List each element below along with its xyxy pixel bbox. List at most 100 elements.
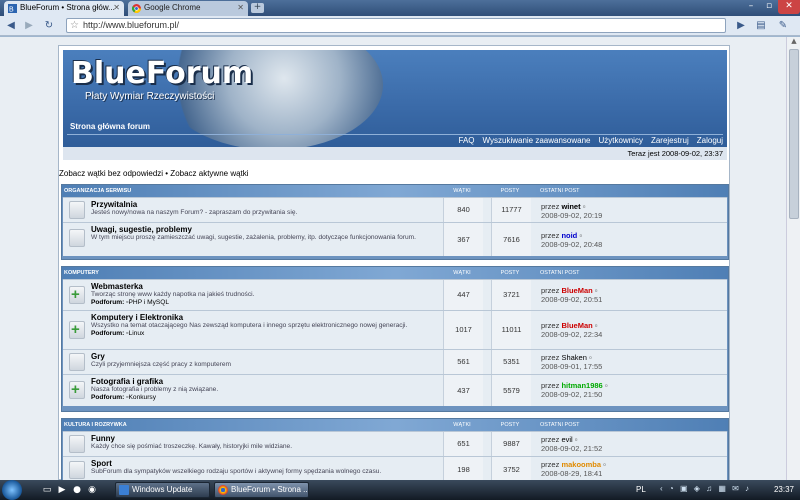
category-title[interactable]: KOMPUTERY	[64, 267, 99, 279]
topic-count: 1017	[443, 311, 483, 349]
category-title[interactable]: KULTURA I ROZRYWKA	[64, 419, 127, 431]
forum-name[interactable]: Gry	[91, 352, 431, 361]
forum-name[interactable]: Sport	[91, 459, 431, 468]
topic-count: 437	[443, 375, 483, 406]
tab-close-icon[interactable]: ✕	[237, 3, 244, 12]
view-post-icon[interactable]: ▫	[595, 286, 598, 295]
tab-close-icon[interactable]: ✕	[113, 3, 120, 12]
forum-name[interactable]: Fotografia i grafika	[91, 377, 431, 386]
last-post-user[interactable]: BlueMan	[561, 286, 592, 295]
post-count: 5579	[491, 375, 531, 406]
col-last: OSTATNI POST	[540, 270, 580, 276]
go-arrow-icon[interactable]: ▶	[734, 19, 748, 33]
chrome-icon	[218, 485, 228, 495]
nav-faq[interactable]: FAQ	[459, 136, 475, 145]
post-count: 7616	[491, 223, 531, 256]
clock[interactable]: 23:37	[774, 485, 794, 494]
view-post-icon[interactable]: ▫	[575, 435, 578, 444]
last-post: przez Shaken ▫ 2008-09-01, 17:55	[541, 353, 602, 371]
view-post-icon[interactable]: ▫	[579, 231, 582, 240]
tab-google-chrome[interactable]: Google Chrome ✕	[128, 1, 248, 16]
back-arrow-icon[interactable]: ◀	[4, 19, 18, 33]
category-komputery: KOMPUTERY WĄTKI POSTY OSTATNI POST Webma…	[61, 266, 729, 412]
view-post-icon[interactable]: ▫	[603, 460, 606, 469]
forward-arrow-icon[interactable]: ▶	[22, 19, 36, 33]
maximize-icon[interactable]: ▫	[760, 0, 778, 14]
last-post-user[interactable]: noid	[561, 231, 577, 240]
col-last: OSTATNI POST	[540, 188, 580, 194]
view-post-icon[interactable]: ▫	[605, 381, 608, 390]
category-header: KOMPUTERY WĄTKI POSTY OSTATNI POST	[62, 267, 728, 279]
vertical-scrollbar[interactable]: ▲	[786, 37, 800, 480]
nav-login[interactable]: Zaloguj	[697, 136, 723, 145]
last-post-user[interactable]: winet	[561, 202, 580, 211]
forum-description: Wszystko na temat otaczającego Nas zewsz…	[91, 322, 408, 329]
forum-name[interactable]: Funny	[91, 434, 431, 443]
forum-new-posts-icon	[69, 381, 85, 399]
forum-name[interactable]: Webmasterka	[91, 282, 431, 291]
tray-icons[interactable]: ‹ ◔ ▣ ◈ ♫ ▦ ✉ ♪	[660, 484, 770, 496]
task-windows-update[interactable]: Windows Update	[115, 482, 210, 498]
last-post: przez BlueMan ▫ 2008-09-02, 22:34	[541, 321, 602, 339]
forum-logo[interactable]: BlueForum	[71, 56, 253, 91]
nav-members[interactable]: Użytkownicy	[599, 136, 643, 145]
media-player-icon[interactable]: ▶	[55, 483, 69, 497]
firefox-icon[interactable]: ●	[70, 483, 84, 497]
view-post-icon[interactable]: ▫	[589, 353, 592, 362]
page-menu-icon[interactable]: ▤	[754, 19, 768, 33]
language-indicator[interactable]: PL	[636, 485, 646, 494]
last-post-user[interactable]: makoomba	[561, 460, 601, 469]
taskbar: ▭ ▶ ● ◉ Windows Update BlueForum • Stron…	[0, 480, 800, 500]
forum-page: BlueForum Płaty Wymiar Rzeczywistości St…	[58, 45, 730, 480]
post-count: 9887	[491, 432, 531, 456]
forum-row: Fotografia i grafika Nasza fotografia i …	[63, 374, 727, 406]
nav-register[interactable]: Zarejestruj	[651, 136, 689, 145]
forum-read-icon	[69, 435, 85, 453]
task-blueforum[interactable]: BlueForum • Strona ...	[214, 482, 309, 498]
last-post: przez noid ▫ 2008-09-02, 20:48	[541, 231, 602, 249]
browser-viewport: BlueForum Płaty Wymiar Rzeczywistości St…	[0, 37, 800, 480]
view-post-icon[interactable]: ▫	[595, 321, 598, 330]
last-post-user[interactable]: hitman1986	[561, 381, 602, 390]
show-desktop-icon[interactable]: ▭	[40, 483, 54, 497]
forum-nav: FAQ Wyszukiwanie zaawansowane Użytkownic…	[459, 136, 724, 145]
view-post-icon[interactable]: ▫	[583, 202, 586, 211]
last-post: przez hitman1986 ▫ 2008-09-02, 21:50	[541, 381, 607, 399]
forum-name[interactable]: Przywitalnia	[91, 200, 431, 209]
tab-blueforum[interactable]: B BlueForum • Strona głów... ✕	[4, 1, 124, 16]
last-post-date: 2008-09-01, 17:55	[541, 362, 603, 371]
address-bar[interactable]: ☆ http://www.blueforum.pl/	[66, 18, 726, 33]
last-post-user[interactable]: Shaken	[561, 353, 586, 362]
task-label: BlueForum • Strona ...	[231, 485, 309, 494]
last-post-user[interactable]: evil	[561, 435, 572, 444]
windows-update-icon	[119, 485, 129, 495]
last-post-user[interactable]: BlueMan	[561, 321, 592, 330]
favicon-icon: B	[8, 4, 17, 13]
last-post-by: przez	[541, 286, 560, 295]
quick-links[interactable]: Zobacz wątki bez odpowiedzi • Zobacz akt…	[59, 169, 249, 178]
breadcrumb[interactable]: Strona główna forum	[70, 122, 150, 131]
start-button[interactable]	[2, 480, 22, 500]
new-tab-button[interactable]: +	[251, 3, 264, 13]
reload-icon[interactable]: ↻	[42, 19, 56, 33]
col-last: OSTATNI POST	[540, 422, 580, 428]
post-count: 11777	[491, 198, 531, 222]
subforums: Podforum: ▫Linux	[91, 330, 431, 338]
minimize-icon[interactable]: –	[742, 0, 760, 14]
subforum-link[interactable]: Konkursy	[129, 394, 157, 401]
star-icon[interactable]: ☆	[70, 19, 79, 32]
wrench-icon[interactable]: ✎	[776, 19, 790, 33]
category-title[interactable]: ORGANIZACJA SERWISU	[64, 185, 131, 197]
col-posts: POSTY	[500, 422, 520, 428]
chrome-quicklaunch-icon[interactable]: ◉	[85, 483, 99, 497]
subforum-link[interactable]: Linux	[129, 330, 145, 337]
forum-name[interactable]: Komputery i Elektronika	[91, 313, 431, 322]
window-close-icon[interactable]: ✕	[778, 0, 800, 14]
scroll-up-icon[interactable]: ▲	[787, 37, 800, 49]
nav-advanced-search[interactable]: Wyszukiwanie zaawansowane	[483, 136, 591, 145]
category-organizacja: ORGANIZACJA SERWISU WĄTKI POSTY OSTATNI …	[61, 184, 729, 260]
scrollbar-thumb[interactable]	[789, 49, 799, 219]
forum-name[interactable]: Uwagi, sugestie, problemy	[91, 225, 431, 234]
subforum-link[interactable]: PHP i MySQL	[129, 299, 170, 306]
col-topics: WĄTKI	[453, 270, 471, 276]
